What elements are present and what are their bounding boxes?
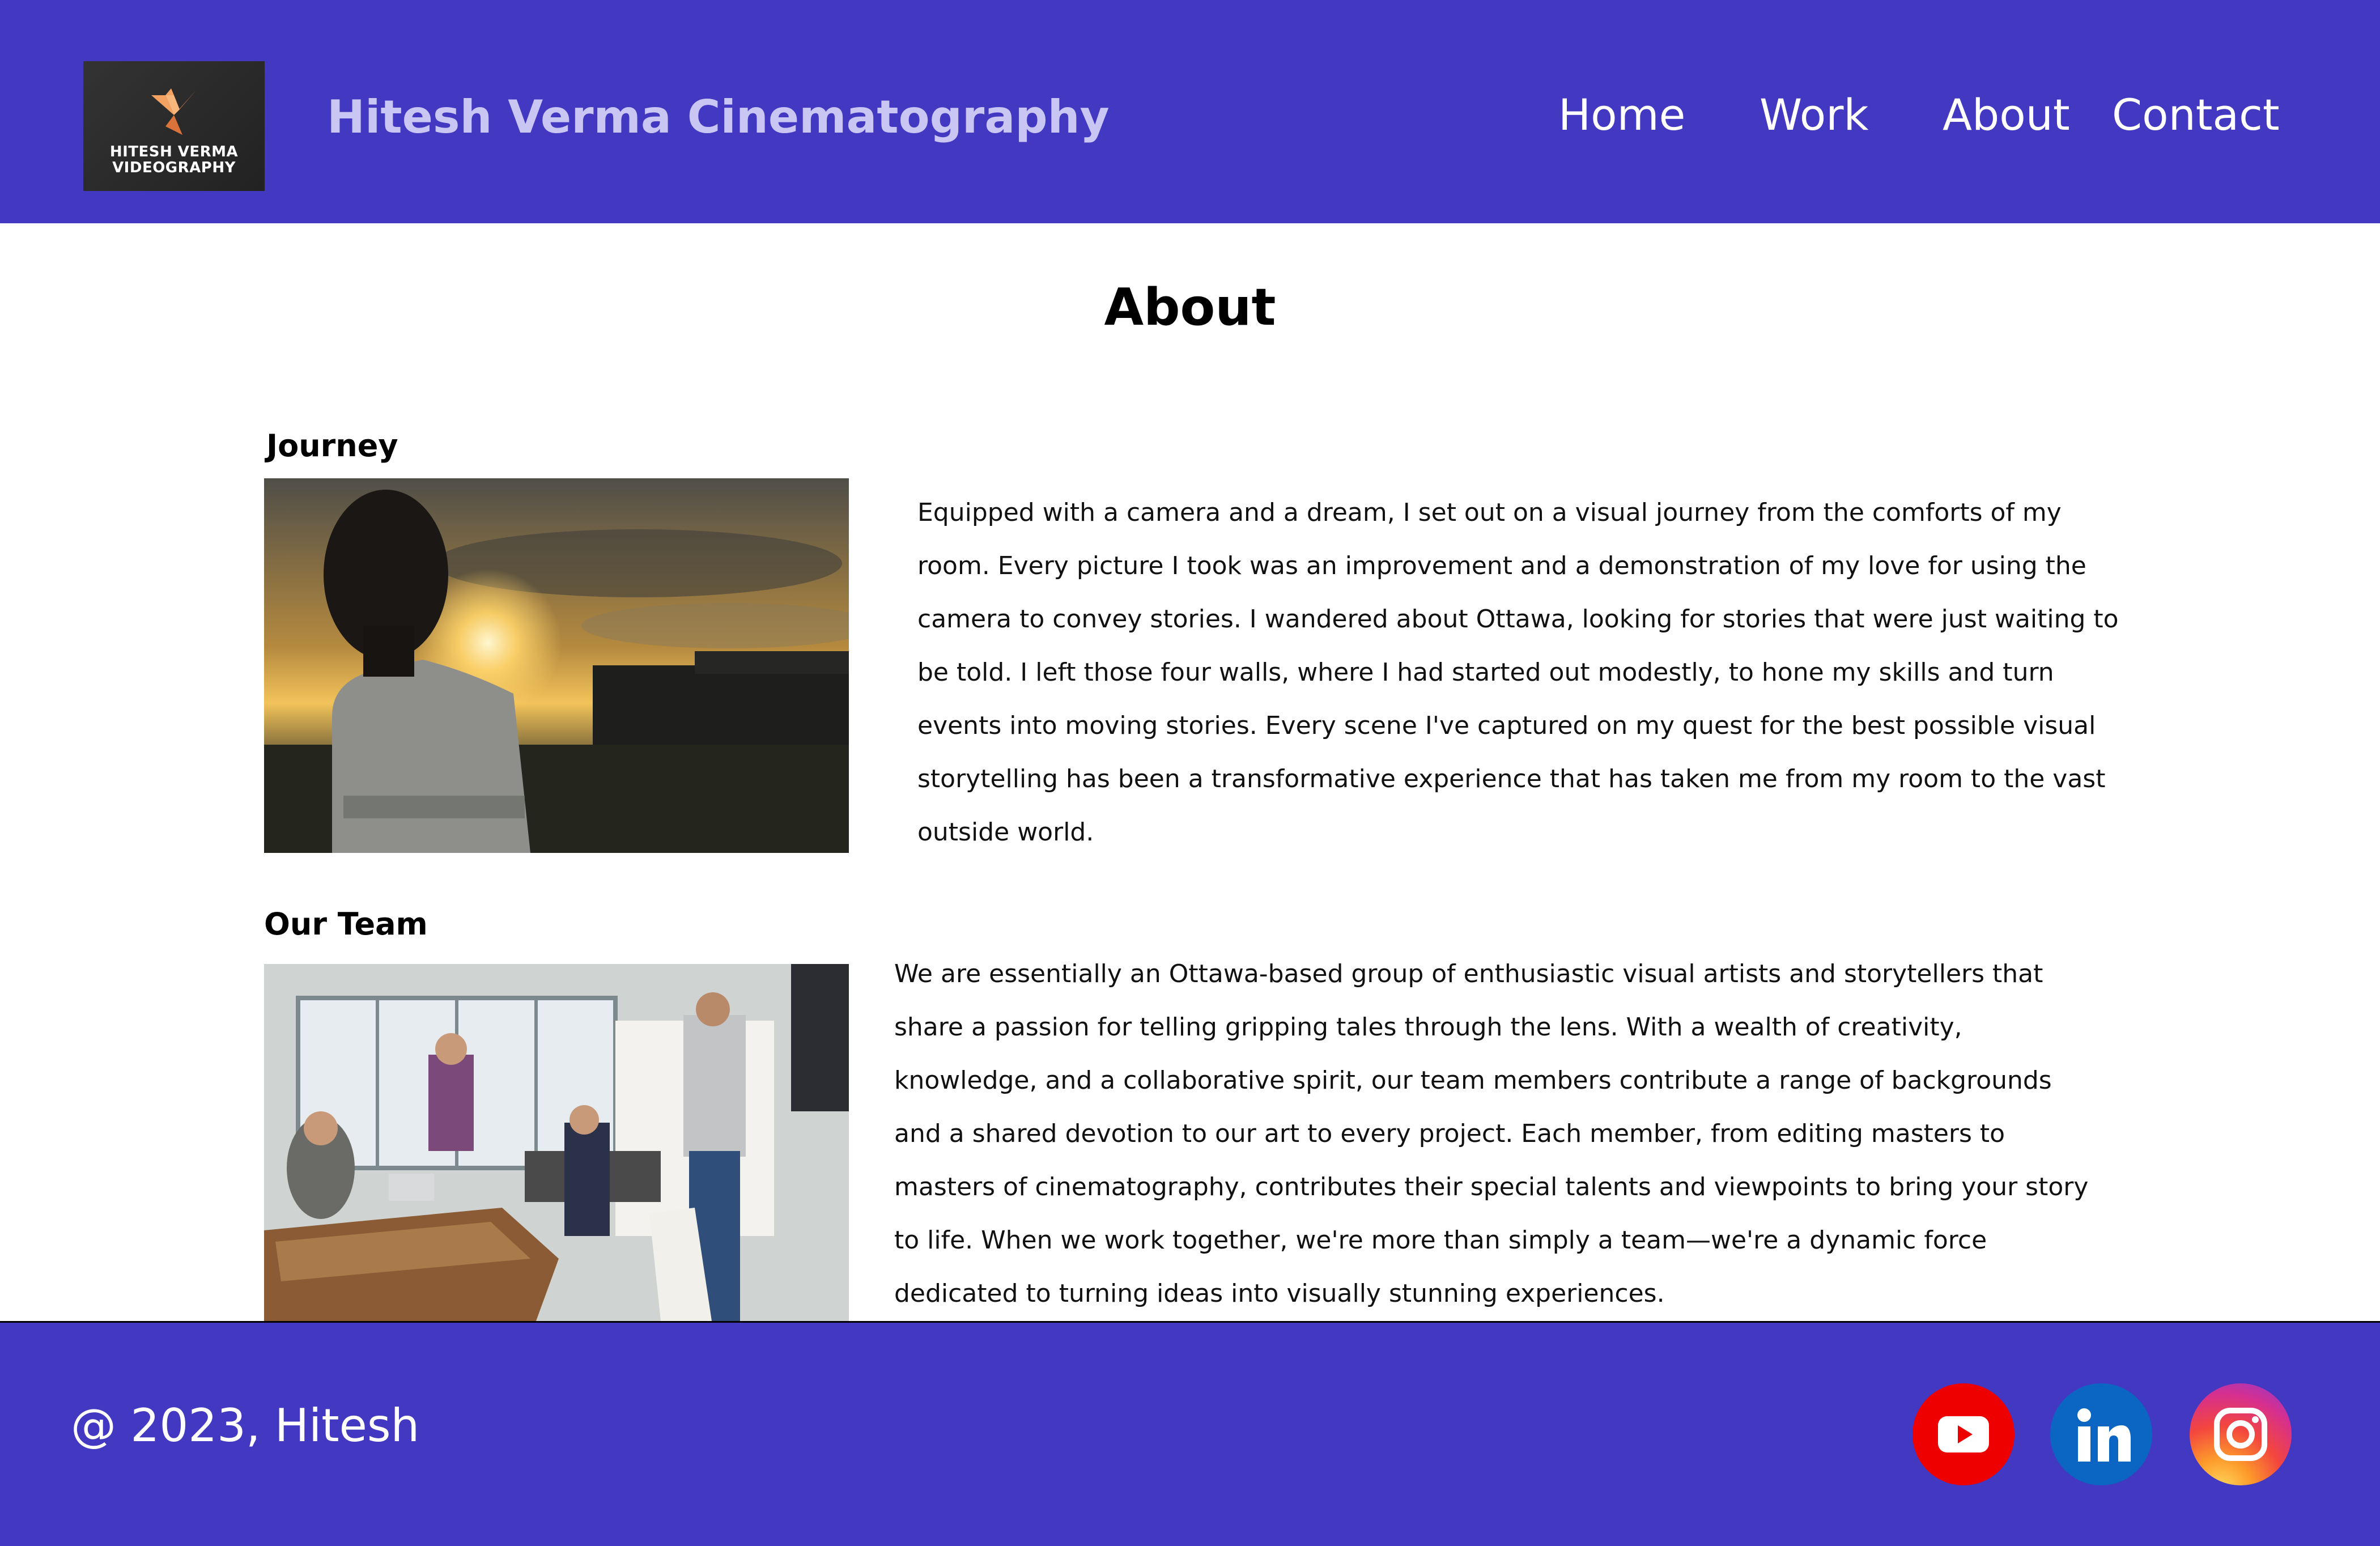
youtube-icon [1938,1416,1989,1452]
nav-link-about[interactable]: About [1943,84,2070,146]
page-title: About [1104,278,1276,337]
origami-bird-icon [151,88,197,135]
site-footer: @ 2023, Hitesh [0,1321,2380,1546]
instagram-link[interactable] [2190,1383,2292,1485]
nav-link-work[interactable]: Work [1760,84,1868,146]
site-logo[interactable]: HITESH VERMA VIDEOGRAPHY [83,61,265,191]
logo-text-line1: HITESH VERMA [109,143,239,160]
nav-link-contact[interactable]: Contact [2112,84,2280,146]
copyright-text: @ 2023, Hitesh [71,1399,420,1452]
team-title: Our Team [264,906,428,942]
journey-title: Journey [266,428,398,464]
journey-photo [264,478,849,853]
team-photo [264,964,849,1321]
site-title[interactable]: Hitesh Verma Cinematography [327,86,1110,148]
journey-text: Equipped with a camera and a dream, I se… [917,498,2119,847]
logo-text-line2: VIDEOGRAPHY [112,159,236,176]
linkedin-icon [2077,1408,2131,1462]
youtube-link[interactable] [1912,1383,2014,1485]
instagram-icon [2214,1408,2267,1461]
nav-link-home[interactable]: Home [1558,84,1685,146]
linkedin-link[interactable] [2050,1383,2152,1485]
team-text: We are essentially an Ottawa-based group… [894,959,2089,1308]
site-header: HITESH VERMA VIDEOGRAPHY Hitesh Verma Ci… [0,0,2380,223]
page: HITESH VERMA VIDEOGRAPHY Hitesh Verma Ci… [0,0,2380,1546]
